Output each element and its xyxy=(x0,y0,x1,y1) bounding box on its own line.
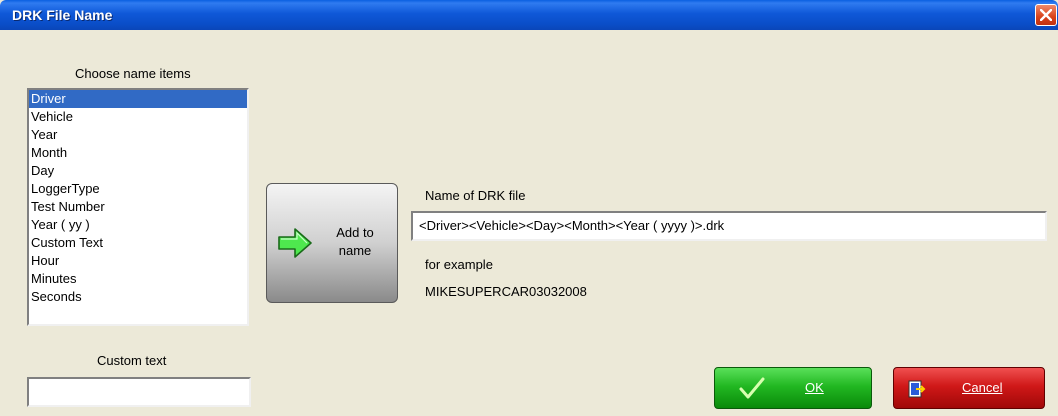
checkmark-icon xyxy=(739,377,765,399)
list-item[interactable]: Driver xyxy=(29,90,247,108)
close-button[interactable] xyxy=(1035,4,1057,26)
list-item[interactable]: Vehicle xyxy=(29,108,247,126)
list-item[interactable]: LoggerType xyxy=(29,180,247,198)
title-bar[interactable]: DRK File Name xyxy=(0,0,1058,30)
ok-label: OK xyxy=(805,380,824,395)
list-item[interactable]: Year ( yy ) xyxy=(29,216,247,234)
example-value: MIKESUPERCAR03032008 xyxy=(425,284,587,299)
custom-text-label: Custom text xyxy=(97,353,167,368)
drk-file-name-dialog: DRK File Name Choose name items Driver Ve… xyxy=(0,0,1058,416)
add-to-name-label: Add to name xyxy=(336,225,374,258)
cancel-button[interactable]: Cancel xyxy=(893,367,1045,409)
name-items-list[interactable]: Driver Vehicle Year Month Day LoggerType Test … xyxy=(27,88,249,326)
list-item[interactable]: Hour xyxy=(29,252,247,270)
list-item[interactable]: Minutes xyxy=(29,270,247,288)
list-item[interactable]: Month xyxy=(29,144,247,162)
list-item[interactable]: Test Number xyxy=(29,198,247,216)
cancel-label: Cancel xyxy=(962,380,1003,395)
choose-items-label: Choose name items xyxy=(75,66,191,81)
list-item[interactable]: Day xyxy=(29,162,247,180)
add-to-name-button[interactable]: Add to name xyxy=(266,183,398,303)
custom-text-input[interactable] xyxy=(27,377,251,407)
list-item[interactable]: Year xyxy=(29,126,247,144)
ok-button[interactable]: OK xyxy=(714,367,872,409)
window-title: DRK File Name xyxy=(12,7,113,23)
list-item[interactable]: Custom Text xyxy=(29,234,247,252)
drk-file-name-field[interactable]: <Driver><Vehicle><Day><Month><Year ( yyy… xyxy=(411,211,1047,241)
example-label: for example xyxy=(425,257,493,272)
drk-name-label: Name of DRK file xyxy=(425,188,526,203)
list-item[interactable]: Seconds xyxy=(29,288,247,306)
green-arrow-right-icon xyxy=(278,228,312,258)
exit-door-icon xyxy=(908,380,926,398)
close-icon xyxy=(1040,9,1052,21)
